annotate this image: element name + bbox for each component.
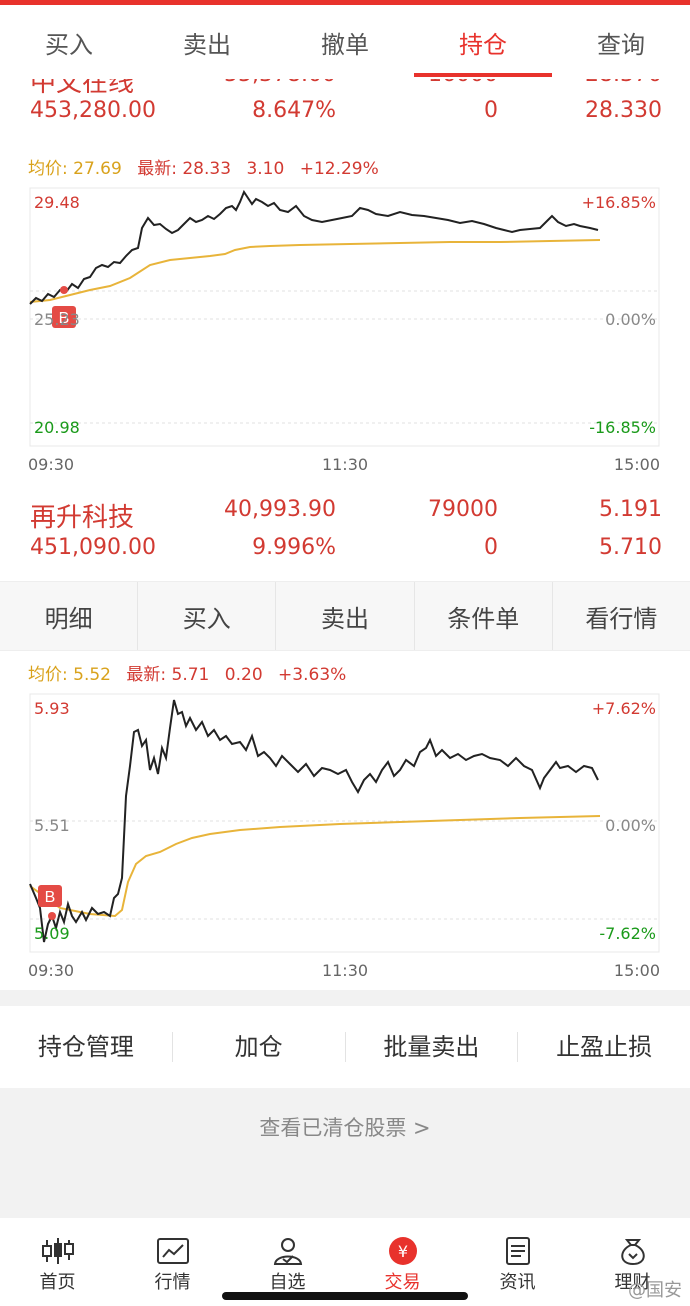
- stock2-info-line: 均价: 5.52 最新: 5.71 0.20 +3.63%: [28, 660, 356, 685]
- position-manage-button[interactable]: 持仓管理: [0, 1032, 173, 1062]
- tab-cancel[interactable]: 撤单: [276, 5, 414, 79]
- stock1-row2[interactable]: 453,280.00 8.647% 0 28.330: [0, 98, 690, 128]
- candlestick-icon: [41, 1238, 74, 1264]
- section-gap: [0, 990, 690, 1006]
- nav-news[interactable]: 资讯: [460, 1230, 575, 1306]
- nav-market[interactable]: 行情: [115, 1230, 230, 1306]
- chart1-pct-mid: 0.00%: [605, 310, 656, 329]
- nav-watchlist-label: 自选: [269, 1272, 306, 1293]
- yuan-circle-icon: ¥: [388, 1237, 417, 1265]
- chart1-x-end: 15:00: [614, 455, 660, 474]
- menu-view-quote[interactable]: 看行情: [553, 582, 690, 650]
- stock2-pct: 9.996%: [252, 535, 336, 560]
- stock2-latest: 最新: 5.71: [126, 665, 210, 685]
- home-indicator: [222, 1292, 468, 1300]
- stock2-market-value: 451,090.00: [30, 535, 156, 560]
- chart2-x-start: 09:30: [28, 961, 74, 980]
- stock1-price: 28.330: [585, 98, 662, 123]
- stock2-intraday-chart[interactable]: B 5.93 5.51 5.09 +7.62% 0.00% -7.62% 09:…: [0, 686, 690, 986]
- tab-sell[interactable]: 卖出: [138, 5, 276, 79]
- stock2-avg-price: 均价: 5.52: [28, 665, 111, 685]
- chart1-pct-low: -16.85%: [589, 418, 656, 437]
- chart1-x-mid: 11:30: [322, 455, 368, 474]
- stock2-available: 0: [484, 535, 498, 560]
- menu-detail[interactable]: 明细: [0, 582, 139, 650]
- svg-text:¥: ¥: [397, 1242, 407, 1261]
- chart2-pct-low: -7.62%: [599, 924, 656, 943]
- document-icon: [505, 1237, 530, 1265]
- cleared-section: 查看已清仓股票 >: [0, 1088, 690, 1218]
- nav-trade-label: 交易: [384, 1272, 421, 1293]
- stock2-action-menu: 明细 买入 卖出 条件单 看行情: [0, 581, 690, 651]
- stock2-name: 再升科技: [30, 503, 135, 533]
- stock1-pct: 8.647%: [252, 98, 336, 123]
- stock2-row2[interactable]: 451,090.00 9.996% 0 5.710: [0, 535, 690, 565]
- menu-sell[interactable]: 卖出: [276, 582, 415, 650]
- stock2-buy-marker-label: B: [45, 889, 56, 906]
- stock2-change: 0.20: [224, 665, 263, 685]
- tab-buy[interactable]: 买入: [0, 5, 138, 79]
- money-bag-icon: [620, 1239, 645, 1266]
- stock2-row1[interactable]: 再升科技 40,993.90 79000 5.191: [0, 497, 690, 533]
- stock1-market-value: 453,280.00: [30, 98, 156, 123]
- stock1-change-pct: +12.29%: [299, 159, 379, 179]
- nav-news-label: 资讯: [499, 1272, 536, 1293]
- stock2-cost: 40,993.90: [224, 497, 336, 522]
- add-position-button[interactable]: 加仓: [173, 1032, 346, 1062]
- batch-sell-button[interactable]: 批量卖出: [346, 1032, 519, 1062]
- chart2-x-end: 15:00: [614, 961, 660, 980]
- stock1-avg-line: [29, 239, 601, 303]
- chart1-pct-high: +16.85%: [582, 193, 656, 212]
- stock2-shares: 79000: [428, 497, 498, 522]
- nav-market-label: 行情: [154, 1272, 191, 1293]
- nav-home[interactable]: 首页: [0, 1230, 115, 1306]
- stock1-info-line: 均价: 27.69 最新: 28.33 3.10 +12.29%: [28, 154, 389, 179]
- stock1-intraday-chart[interactable]: B 29.48 25.23 20.98 +16.85% 0.00% -16.85…: [0, 180, 690, 480]
- stock2-change-pct: +3.63%: [278, 665, 347, 685]
- view-cleared-stocks-link[interactable]: 查看已清仓股票 >: [259, 1112, 430, 1218]
- person-check-icon: [273, 1238, 302, 1265]
- chart1-y-mid: 25.23: [34, 310, 80, 329]
- chart1-x-start: 09:30: [28, 455, 74, 474]
- tab-positions[interactable]: 持仓: [414, 5, 552, 79]
- stock1-price-line: [29, 189, 599, 305]
- stock1-available: 0: [484, 98, 498, 123]
- stock2-avg-line: [29, 815, 601, 918]
- nav-home-label: 首页: [39, 1272, 76, 1293]
- stock2-cost-price: 5.191: [599, 497, 662, 522]
- stock1-change: 3.10: [246, 159, 285, 179]
- trend-chart-icon: [156, 1238, 189, 1264]
- position-actions: 持仓管理 加仓 批量卖出 止盈止损: [0, 1006, 690, 1088]
- chart2-pct-high: +7.62%: [592, 699, 656, 718]
- chart2-y-low: 5.09: [34, 924, 70, 943]
- chart2-y-mid: 5.51: [34, 816, 70, 835]
- stock2-price: 5.710: [599, 535, 662, 560]
- chart2-pct-mid: 0.00%: [605, 816, 656, 835]
- chart1-y-high: 29.48: [34, 193, 80, 212]
- chart2-y-high: 5.93: [34, 699, 70, 718]
- menu-buy[interactable]: 买入: [138, 582, 277, 650]
- trade-tabs: 买入 卖出 撤单 持仓 查询: [0, 5, 690, 79]
- stock1-avg-price: 均价: 27.69: [28, 159, 122, 179]
- stop-profit-loss-button[interactable]: 止盈止损: [518, 1032, 690, 1062]
- watermark: @国安: [628, 1280, 682, 1301]
- stock1-latest: 最新: 28.33: [137, 159, 232, 179]
- menu-conditional-order[interactable]: 条件单: [415, 582, 553, 650]
- tab-query[interactable]: 查询: [552, 5, 690, 79]
- chart2-x-mid: 11:30: [322, 961, 368, 980]
- chart1-y-low: 20.98: [34, 418, 80, 437]
